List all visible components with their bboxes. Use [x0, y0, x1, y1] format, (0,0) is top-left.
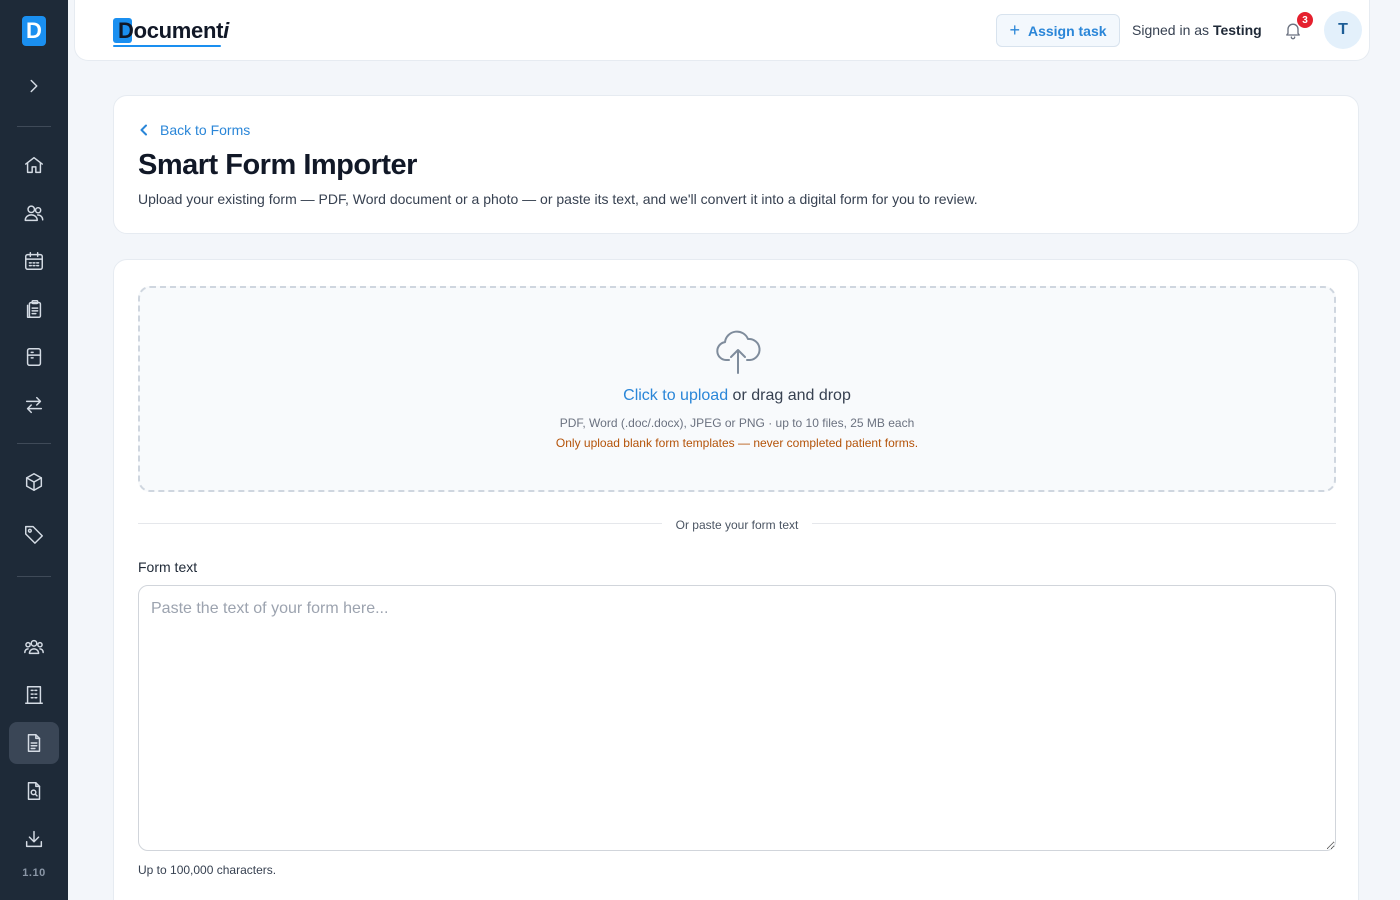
- upload-instructions: Click to upload or drag and drop: [140, 387, 1334, 405]
- users-icon: [24, 205, 44, 222]
- click-to-upload-link[interactable]: Click to upload: [623, 387, 728, 404]
- download-icon: [25, 830, 43, 848]
- sidebar-divider: [17, 126, 51, 127]
- sidebar-item-document-search[interactable]: [9, 770, 59, 812]
- transfer-icon: [25, 396, 43, 414]
- sidebar-item-clipboard[interactable]: [9, 288, 59, 330]
- cloud-upload-icon: [715, 326, 761, 376]
- paste-separator: Or paste your form text: [114, 516, 1360, 534]
- sidebar-item-calendar[interactable]: [9, 240, 59, 282]
- sidebar-item-home[interactable]: [9, 144, 59, 186]
- brand-underline: [113, 45, 221, 47]
- file-dropzone[interactable]: Click to upload or drag and drop PDF, Wo…: [138, 286, 1336, 492]
- chevron-left-icon: [140, 124, 147, 136]
- page-header-card: Back to Forms Smart Form Importer Upload…: [113, 95, 1359, 234]
- character-limit-hint: Up to 100,000 characters.: [138, 863, 277, 877]
- assign-task-label: Assign task: [1027, 22, 1107, 39]
- form-text-label: Form text: [138, 559, 198, 575]
- form-text-input[interactable]: [138, 585, 1336, 851]
- page-subtitle: Upload your existing form — PDF, Word do…: [138, 191, 978, 207]
- sidebar-item-forms[interactable]: [9, 722, 59, 764]
- sidebar-item-inventory[interactable]: [9, 461, 59, 503]
- sidebar-item-team[interactable]: [9, 626, 59, 668]
- document-search-icon: [27, 782, 41, 800]
- upload-warning: Only upload blank form templates — never…: [555, 436, 919, 450]
- drag-and-drop-text: or drag and drop: [732, 387, 851, 404]
- calendar-icon: [25, 252, 43, 270]
- tag-icon: [25, 525, 43, 544]
- signed-in-status: Signed in as Testing: [1132, 22, 1262, 38]
- brand-name-italic: i: [223, 18, 229, 43]
- home-icon: [25, 156, 43, 174]
- clipboard-icon: [26, 300, 42, 318]
- app-logo[interactable]: D: [22, 16, 46, 46]
- sidebar-item-transfer[interactable]: [9, 384, 59, 426]
- cabinet-icon: [26, 348, 42, 366]
- back-to-forms-link[interactable]: Back to Forms: [138, 122, 250, 138]
- sidebar: D 1.10: [0, 0, 68, 900]
- form-document-icon: [27, 734, 41, 752]
- assign-task-button[interactable]: + Assign task: [996, 14, 1120, 47]
- sidebar-item-organisation[interactable]: [9, 674, 59, 716]
- sidebar-item-users[interactable]: [9, 192, 59, 234]
- paste-separator-label: Or paste your form text: [661, 518, 813, 532]
- user-avatar[interactable]: T: [1324, 11, 1362, 49]
- app-version: 1.10: [22, 867, 46, 879]
- sidebar-item-cabinet[interactable]: [9, 336, 59, 378]
- expand-sidebar-button[interactable]: [9, 65, 59, 107]
- brand-logo[interactable]: Documenti: [113, 17, 229, 47]
- plus-icon: +: [1009, 19, 1020, 40]
- importer-card: Click to upload or drag and drop PDF, Wo…: [113, 259, 1359, 900]
- brand-name-main: Document: [118, 18, 224, 43]
- sidebar-divider: [17, 576, 51, 577]
- team-icon: [24, 639, 44, 655]
- top-header: Documenti + Assign task Signed in as Tes…: [74, 0, 1370, 61]
- upload-formats-note: PDF, Word (.doc/.docx), JPEG or PNG · up…: [559, 416, 915, 430]
- notification-count-badge: 3: [1296, 11, 1314, 29]
- sidebar-divider: [17, 443, 51, 444]
- signed-in-user: Testing: [1212, 22, 1262, 38]
- box-icon: [25, 473, 43, 491]
- page-title: Smart Form Importer: [138, 149, 417, 181]
- back-link-label: Back to Forms: [160, 122, 251, 138]
- brand-name: Documenti: [113, 18, 229, 44]
- signed-in-prefix: Signed in as: [1132, 22, 1210, 38]
- chevron-right-icon: [30, 79, 38, 93]
- sidebar-item-download[interactable]: [9, 818, 59, 860]
- sidebar-item-tags[interactable]: [9, 513, 59, 555]
- building-icon: [25, 686, 43, 704]
